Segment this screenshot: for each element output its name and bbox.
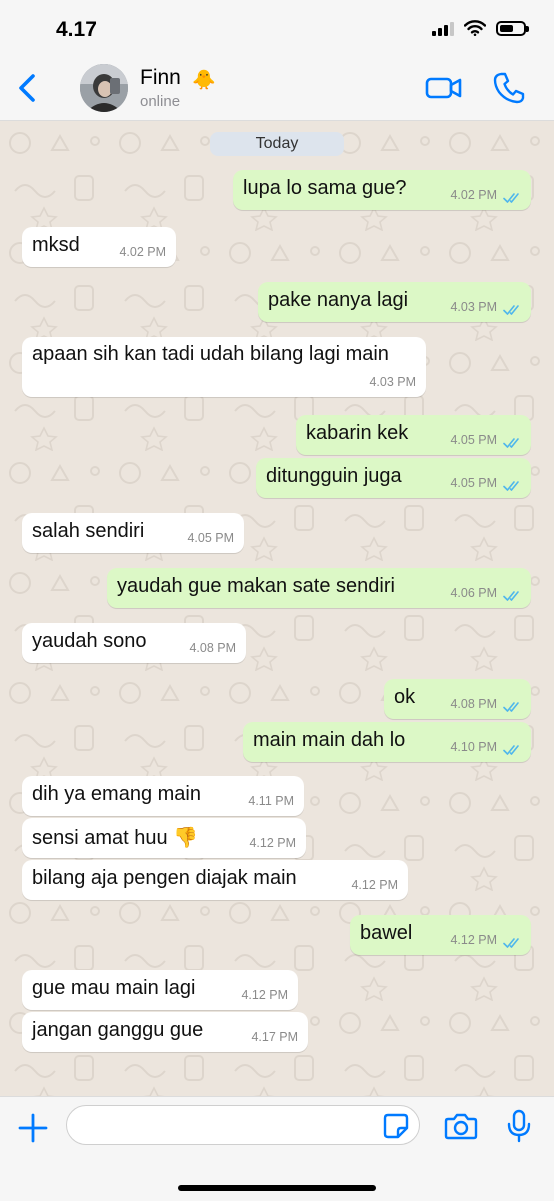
message-time: 4.12 PM <box>249 836 296 850</box>
chick-emoji: 🐥 <box>192 70 216 91</box>
back-button[interactable] <box>10 68 44 108</box>
sticker-icon <box>383 1113 409 1139</box>
message-text: apaan sih kan tadi udah bilang lagi main <box>32 343 389 365</box>
back-chevron-icon <box>19 74 35 102</box>
message-text: bilang aja pengen diajak main <box>32 867 297 889</box>
read-receipt-icon <box>503 438 519 448</box>
wifi-icon <box>464 20 486 36</box>
message-time: 4.08 PM <box>189 641 236 655</box>
input-bar <box>0 1096 554 1201</box>
message-bubble-incoming[interactable]: mksd 4.02 PM <box>22 227 176 267</box>
read-receipt-icon <box>503 193 519 203</box>
message-time: 4.08 PM <box>450 697 497 711</box>
plus-icon <box>18 1113 48 1143</box>
read-receipt-icon <box>503 745 519 755</box>
message-text: gue mau main lagi <box>32 977 196 999</box>
message-bubble-incoming[interactable]: apaan sih kan tadi udah bilang lagi main… <box>22 337 426 397</box>
message-text: yaudah sono <box>32 630 147 652</box>
date-separator: Today <box>210 132 344 156</box>
message-text: dih ya emang main <box>32 783 201 805</box>
message-bubble-incoming[interactable]: sensi amat huu 👎 4.12 PM <box>22 818 306 858</box>
message-bubble-incoming[interactable]: bilang aja pengen diajak main 4.12 PM <box>22 860 408 900</box>
message-time: 4.11 PM <box>248 794 294 808</box>
message-time: 4.10 PM <box>450 740 497 754</box>
message-bubble-outgoing[interactable]: kabarin kek 4.05 PM <box>296 415 531 455</box>
message-text: ok <box>394 686 416 708</box>
message-bubble-incoming[interactable]: yaudah sono 4.08 PM <box>22 623 246 663</box>
message-text: pake nanya lagi <box>268 289 409 311</box>
read-receipt-icon <box>503 938 519 948</box>
message-text: mksd <box>32 234 80 256</box>
message-bubble-outgoing[interactable]: yaudah gue makan sate sendiri 4.06 PM <box>107 568 531 608</box>
message-bubble-incoming[interactable]: dih ya emang main 4.11 PM <box>22 776 304 816</box>
message-bubble-outgoing[interactable]: bawel 4.12 PM <box>350 915 531 955</box>
camera-button[interactable] <box>444 1111 478 1141</box>
phone-icon <box>493 72 525 104</box>
microphone-icon <box>507 1109 531 1143</box>
microphone-button[interactable] <box>506 1109 532 1143</box>
message-text: sensi amat huu 👎 <box>32 827 199 849</box>
message-text: jangan ganggu gue <box>32 1019 204 1041</box>
read-receipt-icon <box>503 481 519 491</box>
message-bubble-outgoing[interactable]: ok 4.08 PM <box>384 679 531 719</box>
message-time: 4.12 PM <box>450 933 497 947</box>
video-call-button[interactable] <box>424 72 464 104</box>
message-text: yaudah gue makan sate sendiri <box>117 575 395 597</box>
message-time: 4.05 PM <box>450 433 497 447</box>
contact-avatar[interactable] <box>80 64 128 112</box>
message-text: main main dah lo <box>253 729 406 751</box>
video-call-icon <box>425 77 462 99</box>
read-receipt-icon <box>503 305 519 315</box>
message-bubble-incoming[interactable]: jangan ganggu gue 4.17 PM <box>22 1012 308 1052</box>
message-input[interactable] <box>66 1105 420 1145</box>
message-bubble-incoming[interactable]: salah sendiri 4.05 PM <box>22 513 244 553</box>
attach-button[interactable] <box>16 1111 50 1145</box>
message-time: 4.03 PM <box>369 375 416 389</box>
status-icons <box>432 20 529 36</box>
message-text: bawel <box>360 922 413 944</box>
message-bubble-outgoing[interactable]: lupa lo sama gue? 4.02 PM <box>233 170 531 210</box>
voice-call-button[interactable] <box>492 70 526 106</box>
contact-status: online <box>140 93 181 110</box>
home-indicator <box>178 1185 376 1191</box>
battery-icon <box>496 20 529 36</box>
message-text: kabarin kek <box>306 422 409 444</box>
avatar-photo <box>80 64 128 112</box>
read-receipt-icon <box>503 702 519 712</box>
message-text: ditungguin juga <box>266 465 402 487</box>
message-text: lupa lo sama gue? <box>243 177 407 199</box>
message-bubble-outgoing[interactable]: pake nanya lagi 4.03 PM <box>258 282 531 322</box>
message-time: 4.02 PM <box>119 245 166 259</box>
message-bubble-incoming[interactable]: gue mau main lagi 4.12 PM <box>22 970 298 1010</box>
message-time: 4.03 PM <box>450 300 497 314</box>
status-time: 4.17 <box>56 18 97 41</box>
camera-icon <box>444 1113 478 1140</box>
read-receipt-icon <box>503 591 519 601</box>
message-bubble-outgoing[interactable]: ditungguin juga 4.05 PM <box>256 458 531 498</box>
contact-name[interactable]: Finn <box>140 66 181 90</box>
message-text: salah sendiri <box>32 520 145 542</box>
message-time: 4.05 PM <box>187 531 234 545</box>
message-time: 4.17 PM <box>251 1030 298 1044</box>
message-time: 4.12 PM <box>241 988 288 1002</box>
sticker-button[interactable] <box>382 1112 410 1140</box>
message-time: 4.12 PM <box>351 878 398 892</box>
top-bar: 4.17 Finn 🐥 online <box>0 0 554 121</box>
message-time: 4.02 PM <box>450 188 497 202</box>
cellular-signal-icon <box>432 20 454 36</box>
message-bubble-outgoing[interactable]: main main dah lo 4.10 PM <box>243 722 531 762</box>
message-time: 4.05 PM <box>450 476 497 490</box>
message-time: 4.06 PM <box>450 586 497 600</box>
